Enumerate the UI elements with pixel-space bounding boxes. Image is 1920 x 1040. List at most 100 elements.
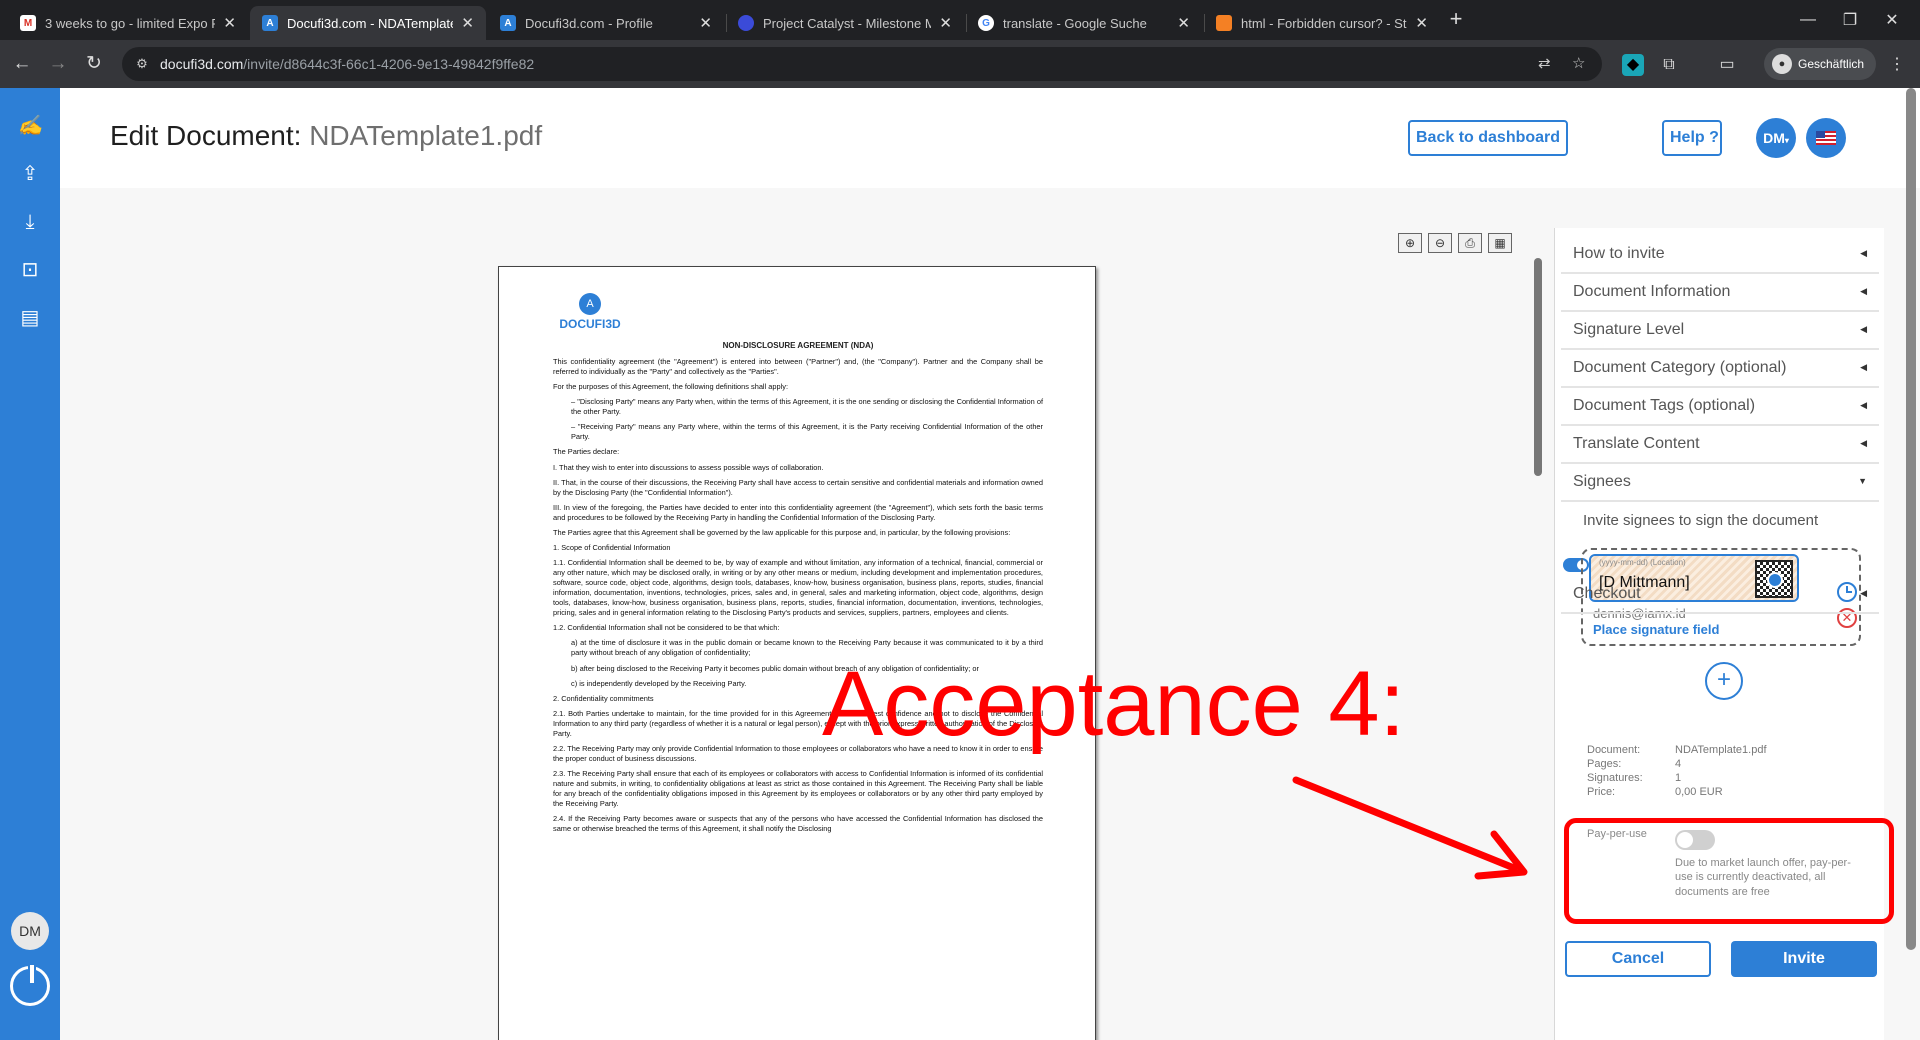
add-signee-button[interactable]: + [1705,662,1743,700]
caret-left-icon: ◀ [1860,588,1867,598]
accordion-checkout[interactable]: Checkout ◀ [1561,576,1879,614]
star-icon[interactable]: ☆ [1572,56,1585,72]
invite-signees-text: Invite signees to sign the document [1583,512,1819,529]
user-avatar[interactable]: DM [11,912,49,950]
logo-text: DOCUFI3D [559,317,621,331]
inbox-upload-icon[interactable]: ⇪ [14,158,46,190]
accordion-label: Document Category (optional) [1573,359,1787,376]
close-icon[interactable]: ✕ [223,14,236,32]
accordion-translate-content[interactable]: Translate Content ◀ [1561,426,1879,464]
app-sidebar: ✍ ⇪ ⤓ ⊡ ▤ DM [0,88,60,1040]
browser-tab-bar: M 3 weeks to go - limited Expo Pa ✕ A Do… [0,0,1920,40]
docufi3d-logo-icon: A [579,293,601,315]
document-body: This confidentiality agreement (the "Agr… [553,357,1043,839]
inbox-download-icon[interactable]: ⤓ [14,206,46,238]
language-flag-icon[interactable] [1806,118,1846,158]
tab-label: 3 weeks to go - limited Expo Pa [45,15,216,31]
browser-toolbar: ← → ↻ ⚙ docufi3d.com/invite/d8644c3f-66c… [0,40,1920,88]
document-paragraph: The Parties declare: [553,447,620,457]
place-signature-field-link[interactable]: Place signature field [1593,622,1719,637]
accordion-document-category-optional[interactable]: Document Category (optional) ◀ [1561,350,1879,388]
tab-label: Docufi3d.com - NDATemplate1. [287,15,454,31]
back-to-dashboard-button[interactable]: Back to dashboard [1408,120,1568,156]
menu-kebab-icon[interactable]: ⋮ [1886,54,1908,76]
checkout-value: 1 [1675,772,1682,784]
checkout-label: Document: [1587,744,1641,756]
checkout-label: Signatures: [1587,772,1643,784]
grid-icon[interactable]: ▦ [1488,233,1512,253]
tab-label: Project Catalyst - Milestone Mo [763,15,932,31]
tab-google-search[interactable]: G translate - Google Suche ✕ [966,6,1202,40]
cancel-button[interactable]: Cancel [1565,941,1711,977]
close-icon[interactable]: ✕ [1177,14,1190,32]
zoom-in-icon[interactable]: ⊕ [1398,233,1422,253]
document-paragraph: 1.2. Confidential Information shall not … [553,623,780,633]
accordion-signature-level[interactable]: Signature Level ◀ [1561,312,1879,350]
page-header: Edit Document: NDATemplate1.pdf Back to … [60,88,1920,188]
document-paragraph: – "Receiving Party" means any Party wher… [571,422,1043,442]
tab-stackoverflow[interactable]: html - Forbidden cursor? - Stac ✕ [1204,6,1440,40]
power-icon[interactable] [10,963,50,1006]
reload-icon[interactable]: ↻ [82,52,106,76]
tab-label: translate - Google Suche [1003,15,1147,31]
document-paragraph: This confidentiality agreement (the "Agr… [553,357,1043,377]
browser-profile-button[interactable]: ● Geschäftlich [1764,48,1876,80]
profile-label: Geschäftlich [1798,57,1865,71]
tab-project-catalyst[interactable]: Project Catalyst - Milestone Mo ✕ [726,6,964,40]
extension-icon[interactable]: ◆ [1622,54,1644,76]
close-window-icon[interactable]: ✕ [1864,0,1920,40]
annotation-highlight-box [1564,818,1894,924]
document-logo: A DOCUFI3D [555,293,625,331]
caret-left-icon: ◀ [1860,324,1867,334]
stackoverflow-icon [1216,15,1232,31]
tab-gmail[interactable]: M 3 weeks to go - limited Expo Pa ✕ [8,6,248,40]
viewer-scrollbar[interactable] [1534,258,1542,476]
us-flag-icon [1816,131,1836,145]
accordion-label: Signees [1573,473,1631,490]
user-menu-avatar[interactable]: DM▾ [1756,118,1796,158]
tab-label: html - Forbidden cursor? - Stac [1241,15,1408,31]
document-heading: NON-DISCLOSURE AGREEMENT (NDA) [722,341,874,350]
site-info-icon[interactable]: ⚙ [134,56,150,72]
accordion-label: Translate Content [1573,435,1700,452]
print-icon[interactable]: ⎙ [1458,233,1482,253]
accordion-how-to-invite[interactable]: How to invite ◀ [1561,236,1879,274]
puzzle-icon[interactable]: ⧉ [1658,54,1680,76]
media-control-icon[interactable]: ▭ [1716,54,1738,76]
download-box-icon[interactable]: ⊡ [14,254,46,286]
page-scrollbar[interactable] [1906,88,1916,950]
accordion-document-tags-optional[interactable]: Document Tags (optional) ◀ [1561,388,1879,426]
annotation-text: Acceptance 4: [822,653,1406,755]
accordion-document-information[interactable]: Document Information ◀ [1561,274,1879,312]
catalyst-icon [738,15,754,31]
tab-docufi3d-profile[interactable]: A Docufi3d.com - Profile ✕ [488,6,724,40]
accordion-label: How to invite [1573,245,1665,262]
back-arrow-icon[interactable]: ← [10,52,34,76]
invite-button[interactable]: Invite [1731,941,1877,977]
signature-icon[interactable]: ✍ [14,110,46,142]
caret-down-icon: ▼ [1858,476,1867,486]
close-icon[interactable]: ✕ [1415,14,1428,32]
accordion-signees[interactable]: Signees ▼ [1561,464,1879,502]
forward-arrow-icon[interactable]: → [46,52,70,76]
address-bar[interactable]: ⚙ docufi3d.com/invite/d8644c3f-66c1-4206… [122,47,1602,81]
accordion-label: Document Tags (optional) [1573,397,1756,414]
document-paragraph: For the purposes of this Agreement, the … [553,382,788,392]
close-icon[interactable]: ✕ [939,14,952,32]
translate-icon[interactable]: ⇄ [1538,56,1551,72]
document-icon[interactable]: ▤ [14,302,46,334]
caret-left-icon: ◀ [1860,286,1867,296]
accordion-label: Signature Level [1573,321,1685,338]
docufi3d-icon: A [500,15,516,31]
tab-docufi3d-nda[interactable]: A Docufi3d.com - NDATemplate1. ✕ [250,6,486,40]
zoom-out-icon[interactable]: ⊖ [1428,233,1452,253]
accordion-label: Checkout [1573,585,1641,602]
url-text: docufi3d.com/invite/d8644c3f-66c1-4206-9… [160,56,535,72]
help-button[interactable]: Help ? [1662,120,1722,156]
new-tab-button[interactable]: + [1442,6,1470,34]
page-title: Edit Document: NDATemplate1.pdf [110,120,542,152]
checkout-value: NDATemplate1.pdf [1675,744,1767,756]
google-icon: G [978,15,994,31]
close-icon[interactable]: ✕ [699,14,712,32]
close-icon[interactable]: ✕ [461,14,474,32]
